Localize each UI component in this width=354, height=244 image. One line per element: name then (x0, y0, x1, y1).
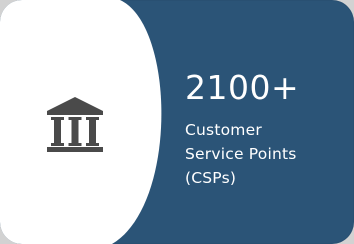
stat-label-line-1: Customer (185, 121, 262, 139)
bank-building-icon (44, 97, 106, 159)
stat-label-line-3: (CSPs) (185, 169, 237, 187)
stat-block: 2100+ Customer Service Points (CSPs) (185, 68, 345, 190)
stat-label: Customer Service Points (CSPs) (185, 118, 345, 190)
stat-number: 2100+ (185, 68, 300, 107)
stat-label-line-2: Service Points (185, 145, 297, 163)
stat-card: 2100+ Customer Service Points (CSPs) (0, 0, 354, 244)
